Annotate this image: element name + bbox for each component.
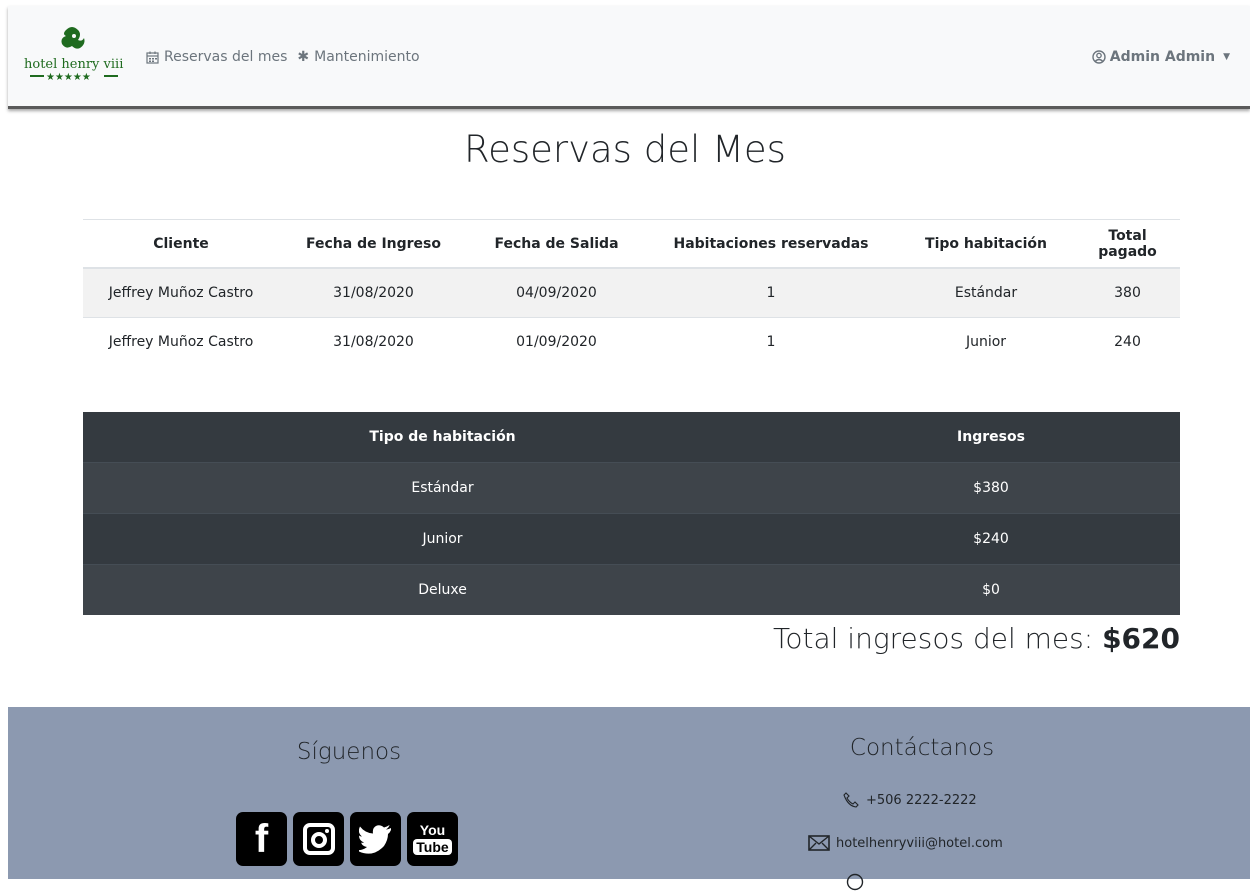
total-value: $620 [1102, 622, 1180, 655]
cell-fecha-ingreso: 31/08/2020 [279, 317, 468, 366]
brand-stars: ★★★★★ [46, 72, 91, 83]
user-name: Admin Admin [1109, 49, 1216, 65]
cell-total-pagado: 380 [1075, 267, 1180, 318]
brand-text: hotel henry viii [24, 57, 123, 72]
table-row: Estándar $380 [83, 462, 1180, 514]
follow-title: Síguenos [296, 739, 402, 765]
calendar-icon [146, 51, 159, 64]
twitter-icon[interactable] [350, 812, 401, 866]
cell-total-pagado: 240 [1075, 317, 1180, 366]
user-circle-icon [1092, 50, 1106, 64]
chevron-down-icon: ▼ [1223, 52, 1230, 62]
page-title: Reservas del Mes [464, 128, 786, 171]
cell-fecha-salida: 01/09/2020 [468, 317, 645, 366]
nav-links: Reservas del mes ✱ Mantenimiento [146, 49, 420, 65]
column-header: Habitaciones reservadas [645, 219, 897, 269]
column-header: Cliente [83, 219, 279, 269]
phone-icon [843, 792, 859, 808]
cell-tipo: Deluxe [83, 564, 802, 615]
column-header: Fecha de Ingreso [279, 219, 468, 269]
clock-icon [846, 873, 864, 895]
youtube-tube-text: Tube [413, 839, 452, 855]
cell-cliente: Jeffrey Muñoz Castro [83, 267, 279, 318]
nav-mantenimiento-label: Mantenimiento [314, 49, 420, 65]
column-header: Ingresos [802, 412, 1180, 463]
income-table: Tipo de habitación Ingresos Estándar $38… [83, 412, 1180, 615]
cell-habitaciones: 1 [645, 317, 897, 366]
cell-tipo-habitacion: Junior [897, 317, 1075, 366]
cell-tipo: Junior [83, 513, 802, 565]
cell-ingresos: $0 [802, 564, 1180, 615]
navbar: hotel henry viii ★★★★★ Reservas del mes … [8, 6, 1250, 109]
cell-tipo-habitacion: Estándar [897, 267, 1075, 318]
table-row: Jeffrey Muñoz Castro 31/08/2020 01/09/20… [83, 317, 1180, 366]
cell-ingresos: $240 [802, 513, 1180, 565]
contact-email[interactable]: hotelhenryviii@hotel.com [808, 835, 1003, 851]
column-header: Tipo de habitación [83, 412, 802, 463]
hotel-logo[interactable]: hotel henry viii ★★★★★ [22, 22, 126, 88]
cell-tipo: Estándar [83, 462, 802, 514]
column-header: Total pagado [1075, 219, 1180, 269]
cell-fecha-ingreso: 31/08/2020 [279, 267, 468, 318]
cell-habitaciones: 1 [645, 267, 897, 318]
contact-title: Contáctanos [849, 735, 995, 761]
nav-reservas-label: Reservas del mes [164, 49, 288, 65]
contact-phone: +506 2222-2222 [842, 791, 977, 809]
instagram-icon[interactable] [293, 812, 344, 866]
phone-text: +506 2222-2222 [866, 792, 977, 808]
youtube-icon[interactable]: You Tube [407, 812, 458, 866]
total-income: Total ingresos del mes: $620 [773, 622, 1180, 655]
gear-icon: ✱ [297, 49, 310, 65]
table-row: Jeffrey Muñoz Castro 31/08/2020 04/09/20… [83, 267, 1180, 318]
column-header: Fecha de Salida [468, 219, 645, 269]
footer: Síguenos f You Tube Contáctanos +506 222… [8, 707, 1250, 891]
nav-mantenimiento[interactable]: ✱ Mantenimiento [297, 49, 419, 65]
total-label: Total ingresos del mes: [773, 622, 1103, 655]
social-links: f You Tube [236, 812, 458, 866]
reservations-table: Cliente Fecha de Ingreso Fecha de Salida… [83, 219, 1180, 366]
youtube-you-text: You [419, 822, 446, 838]
table-row: Deluxe $0 [83, 564, 1180, 615]
nav-reservas-del-mes[interactable]: Reservas del mes [146, 49, 287, 65]
table-header-row: Tipo de habitación Ingresos [83, 412, 1180, 463]
cell-cliente: Jeffrey Muñoz Castro [83, 317, 279, 366]
table-row: Junior $240 [83, 513, 1180, 565]
email-text: hotelhenryviii@hotel.com [836, 835, 1003, 851]
cell-fecha-salida: 04/09/2020 [468, 267, 645, 318]
envelope-icon [808, 835, 830, 851]
user-menu-dropdown[interactable]: Admin Admin ▼ [1092, 49, 1230, 65]
column-header: Tipo habitación [897, 219, 1075, 269]
cell-ingresos: $380 [802, 462, 1180, 514]
table-header-row: Cliente Fecha de Ingreso Fecha de Salida… [83, 219, 1180, 269]
facebook-icon[interactable]: f [236, 812, 287, 866]
